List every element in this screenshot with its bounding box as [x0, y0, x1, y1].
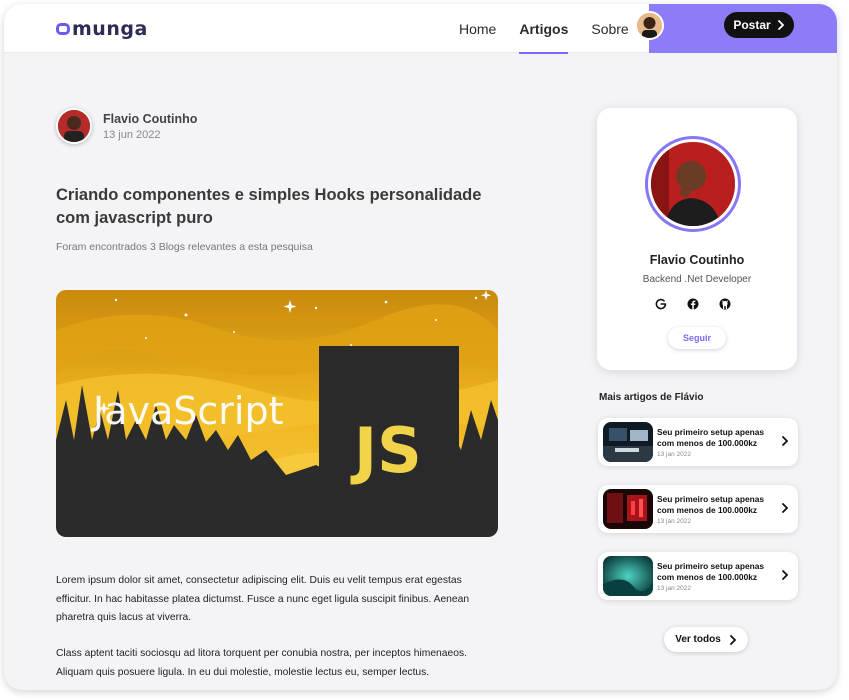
more-articles-heading: Mais artigos de Flávio — [599, 392, 704, 403]
user-avatar[interactable] — [635, 11, 664, 40]
follow-button[interactable]: Seguir — [668, 327, 726, 349]
article-title: Criando componentes e simples Hooks pers… — [56, 186, 482, 227]
article-paragraph: Lorem ipsum dolor sit amet, consectetur … — [56, 575, 470, 623]
more-article-card[interactable]: Seu primeiro setup apenas com menos de 1… — [598, 485, 798, 533]
article-thumbnail — [603, 556, 653, 596]
app-frame: munga Home Artigos Sobre Postar Flavio C… — [4, 4, 837, 690]
chevron-right-icon — [729, 634, 737, 645]
article-paragraph: Class aptent taciti sociosqu ad litora t… — [56, 648, 467, 678]
more-article-title: Seu primeiro setup apenas com menos de 1… — [657, 494, 765, 515]
github-icon[interactable] — [719, 298, 731, 310]
article-date: 13 jun 2022 — [103, 128, 161, 141]
chevron-right-icon — [782, 570, 789, 580]
more-article-date: 13 jan 2022 — [657, 451, 691, 458]
logo-mark — [56, 23, 70, 35]
google-icon[interactable] — [655, 298, 667, 310]
article-author: Flavio Coutinho 13 jun 2022 — [56, 108, 197, 144]
article-hero-image: JavaScript JS — [56, 290, 498, 537]
more-article-title: Seu primeiro setup apenas com menos de 1… — [657, 427, 765, 448]
post-button-label: Postar — [733, 18, 771, 32]
nav-home[interactable]: Home — [459, 4, 496, 53]
facebook-icon[interactable] — [687, 298, 699, 310]
hero-badge: JS — [350, 414, 422, 487]
nav-sobre[interactable]: Sobre — [591, 4, 628, 53]
article-thumbnail — [603, 422, 653, 462]
more-article-card[interactable]: Seu primeiro setup apenas com menos de 1… — [598, 552, 798, 600]
chevron-right-icon — [782, 436, 789, 446]
logo[interactable]: munga — [56, 18, 148, 40]
see-all-label: Ver todos — [675, 634, 721, 645]
author-meta: Flavio Coutinho 13 jun 2022 — [103, 112, 197, 141]
chevron-right-icon — [782, 503, 789, 513]
more-article-date: 13 jan 2022 — [657, 518, 691, 525]
more-article-title: Seu primeiro setup apenas com menos de 1… — [657, 561, 765, 582]
nav-artigos[interactable]: Artigos — [519, 4, 569, 54]
hero-text: JavaScript — [91, 389, 283, 433]
top-header: munga Home Artigos Sobre Postar — [4, 4, 837, 54]
main-nav: Home Artigos Sobre — [459, 4, 652, 54]
post-button[interactable]: Postar — [724, 12, 794, 38]
profile-role: Backend .Net Developer — [642, 274, 752, 285]
more-article-date: 13 jan 2022 — [657, 585, 691, 592]
more-article-card[interactable]: Seu primeiro setup apenas com menos de 1… — [598, 418, 798, 466]
profile-card: Flavio Coutinho Backend .Net Developer S… — [597, 108, 797, 370]
chevron-right-icon — [777, 20, 784, 30]
article-thumbnail — [603, 489, 653, 529]
logo-text: munga — [72, 18, 148, 40]
social-links — [655, 298, 731, 310]
author-avatar[interactable] — [56, 108, 92, 144]
article-subtitle: Foram encontrados 3 Blogs relevantes a e… — [56, 241, 313, 253]
see-all-button[interactable]: Ver todos — [664, 627, 748, 652]
author-name[interactable]: Flavio Coutinho — [103, 112, 197, 126]
profile-name: Flavio Coutinho — [649, 253, 745, 267]
profile-avatar[interactable] — [645, 136, 741, 232]
